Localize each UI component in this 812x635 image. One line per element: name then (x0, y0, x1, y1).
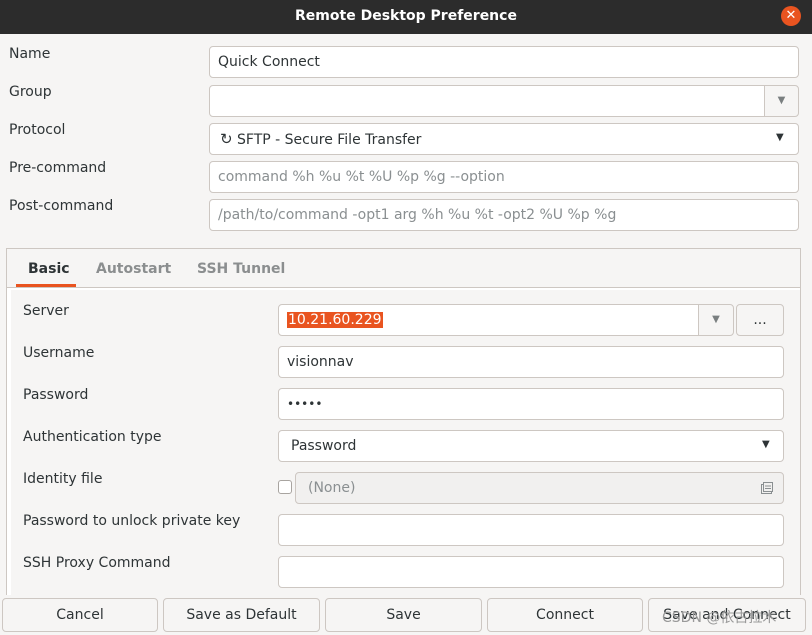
connect-button[interactable]: Connect (487, 598, 643, 632)
server-dropdown-button[interactable]: ▼ (698, 304, 734, 336)
save-button[interactable]: Save (325, 598, 482, 632)
proxy-command-field[interactable] (278, 556, 784, 588)
file-chooser-icon (761, 482, 773, 494)
auth-type-select[interactable]: Password (278, 430, 784, 462)
name-label: Name (9, 46, 51, 62)
server-browse-button[interactable]: ... (736, 304, 784, 336)
protocol-value: SFTP - Secure File Transfer (237, 132, 422, 148)
identity-file-label: Identity file (23, 471, 103, 487)
server-field[interactable]: 10.21.60.229 (278, 304, 699, 336)
watermark: CSDN @依古拉木 (662, 610, 777, 626)
postcommand-field[interactable]: /path/to/command -opt1 arg %h %u %t -opt… (209, 199, 799, 231)
protocol-icon: ↻ (220, 130, 233, 148)
chevron-down-icon: ▼ (777, 95, 786, 106)
tab-autostart[interactable]: Autostart (96, 249, 171, 287)
protocol-label: Protocol (9, 122, 66, 138)
group-dropdown-button[interactable]: ▼ (764, 85, 799, 117)
username-label: Username (23, 345, 95, 361)
server-label: Server (23, 303, 69, 319)
protocol-select[interactable]: ↻ SFTP - Secure File Transfer (209, 123, 799, 155)
unlock-key-field[interactable] (278, 514, 784, 546)
active-tab-indicator (16, 284, 76, 287)
tab-bar: Basic Autostart SSH Tunnel (6, 248, 801, 288)
username-field[interactable]: visionnav (278, 346, 784, 378)
save-as-default-button[interactable]: Save as Default (163, 598, 320, 632)
title-bar: Remote Desktop Preference ✕ (0, 0, 812, 34)
password-field[interactable]: ••••• (278, 388, 784, 420)
cancel-button[interactable]: Cancel (2, 598, 158, 632)
identity-file-value: (None) (308, 480, 356, 496)
chevron-down-icon: ▼ (712, 314, 720, 325)
tab-basic[interactable]: Basic (28, 249, 70, 287)
postcommand-label: Post-command (9, 198, 114, 214)
name-field[interactable]: Quick Connect (209, 46, 799, 78)
protocol-dropdown-icon: ▼ (776, 132, 784, 143)
auth-dropdown-icon: ▼ (762, 439, 770, 450)
auth-type-label: Authentication type (23, 429, 162, 445)
group-field[interactable] (209, 85, 765, 117)
password-label: Password (23, 387, 89, 403)
server-value: 10.21.60.229 (287, 312, 383, 328)
identity-file-checkbox[interactable] (278, 480, 292, 494)
group-label: Group (9, 84, 52, 100)
unlock-key-label: Password to unlock private key (23, 513, 241, 529)
identity-file-chooser[interactable]: (None) (295, 472, 784, 504)
precommand-label: Pre-command (9, 160, 107, 176)
close-icon[interactable]: ✕ (781, 6, 801, 26)
window-title: Remote Desktop Preference (295, 8, 517, 24)
proxy-command-label: SSH Proxy Command (23, 555, 171, 571)
tab-ssh-tunnel[interactable]: SSH Tunnel (197, 249, 285, 287)
precommand-field[interactable]: command %h %u %t %U %p %g --option (209, 161, 799, 193)
